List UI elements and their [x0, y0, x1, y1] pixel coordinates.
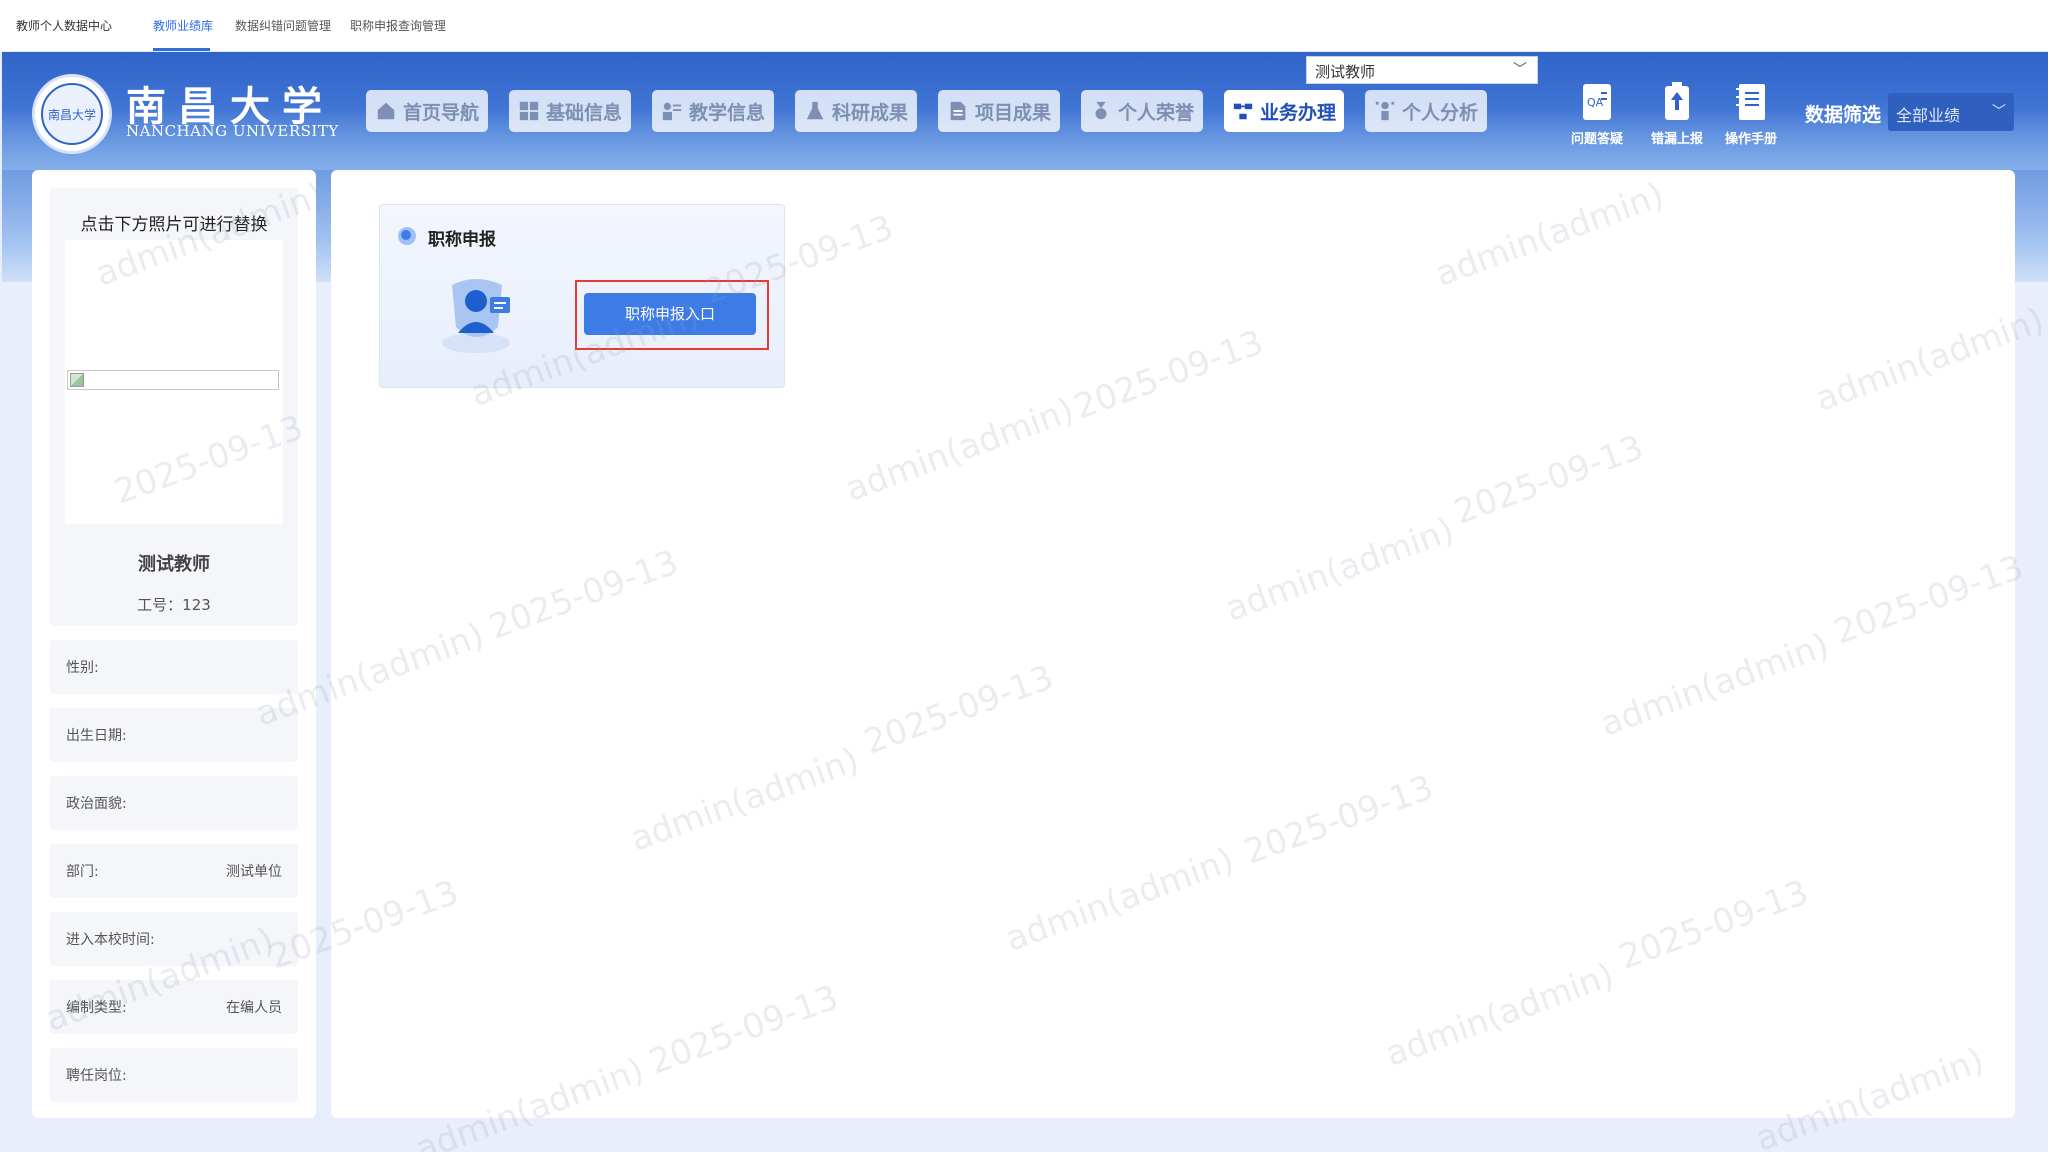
info-label: 编制类型:	[66, 1000, 127, 1016]
data-filter-value: 全部业绩	[1896, 106, 1961, 125]
teacher-select[interactable]: 测试教师 ﹀	[1306, 56, 1538, 84]
info-row-department: 部门: 测试单位	[50, 844, 298, 898]
info-label: 聘任岗位:	[66, 1068, 127, 1084]
manual-icon	[1736, 84, 1765, 120]
nav-projects[interactable]: 项目成果	[938, 90, 1060, 132]
photo-upload-area[interactable]	[65, 240, 283, 524]
nav-basic-info-label: 基础信息	[545, 101, 622, 124]
nav-analysis-label: 个人分析	[1401, 101, 1478, 124]
document-icon	[950, 101, 966, 121]
tool-error-report[interactable]: 错漏上报	[1642, 80, 1712, 150]
title-application-entry-button[interactable]: 职称申报入口	[584, 293, 756, 335]
info-label: 政治面貌:	[66, 796, 127, 812]
person-badge-icon	[442, 279, 510, 353]
bubble-icon	[398, 227, 416, 245]
info-label: 性别:	[66, 660, 99, 676]
tool-qa-label: 问题答疑	[1570, 132, 1623, 147]
qa-book-icon: QA	[1583, 84, 1611, 120]
tab-teacher-performance[interactable]: 教师业绩库	[153, 17, 213, 34]
medal-icon	[1095, 101, 1107, 120]
photo-hint: 点击下方照片可进行替换	[80, 215, 268, 235]
teacher-icon	[662, 102, 682, 121]
nav-basic-info[interactable]: 基础信息	[509, 90, 631, 132]
university-name-en: NANCHANG UNIVERSITY	[126, 122, 339, 140]
app-name: 教师个人数据中心	[16, 19, 113, 33]
nav-business-label: 业务办理	[1259, 101, 1336, 124]
nav-home-label: 首页导航	[402, 101, 479, 124]
nav-teaching-info-label: 教学信息	[688, 101, 765, 124]
profile-card: 点击下方照片可进行替换 测试教师 工号：123	[50, 188, 298, 626]
active-tab-indicator	[153, 48, 210, 51]
nav-honors-label: 个人荣誉	[1117, 101, 1194, 124]
grid-icon	[519, 101, 539, 121]
info-row-join-date: 进入本校时间:	[50, 912, 298, 966]
upload-report-icon	[1665, 82, 1689, 120]
nav-teaching-info[interactable]: 教学信息	[652, 90, 774, 132]
top-tab-bar: 教师个人数据中心 教师业绩库 数据纠错问题管理 职称申报查询管理	[0, 0, 2048, 52]
broken-image-icon	[70, 373, 84, 387]
info-label: 出生日期:	[66, 728, 127, 744]
teacher-id: 工号：123	[137, 596, 211, 614]
chevron-down-icon: ﹀	[1513, 62, 1527, 78]
info-row-political-status: 政治面貌:	[50, 776, 298, 830]
nav-projects-label: 项目成果	[974, 101, 1051, 124]
logo-emblem: 南昌大学	[41, 83, 103, 145]
tool-manual[interactable]: 操作手册	[1716, 80, 1786, 150]
flask-icon	[806, 101, 824, 120]
tool-qa[interactable]: QA 问题答疑	[1562, 80, 1632, 150]
svg-text:QA: QA	[1587, 96, 1604, 109]
info-row-staffing-type: 编制类型: 在编人员	[50, 980, 298, 1034]
profile-panel: 点击下方照片可进行替换 测试教师 工号：123 性别: 出生日期: 政治面貌: …	[32, 170, 316, 1118]
nav-honors[interactable]: 个人荣誉	[1081, 90, 1203, 132]
info-label: 部门:	[66, 864, 99, 880]
main-content: 职称申报 职称申报入口	[331, 170, 2015, 1118]
tab-data-correction[interactable]: 数据纠错问题管理	[235, 17, 331, 34]
teacher-name: 测试教师	[138, 554, 210, 575]
tool-error-report-label: 错漏上报	[1650, 132, 1703, 147]
workflow-icon	[1233, 103, 1253, 120]
chevron-down-icon: ﹀	[1992, 104, 2006, 120]
university-logo: 南昌大学	[32, 74, 112, 154]
teacher-select-value: 测试教师	[1315, 63, 1376, 81]
info-row-position: 聘任岗位:	[50, 1048, 298, 1102]
profile-photo[interactable]	[67, 370, 279, 390]
nav-business[interactable]: 业务办理	[1224, 90, 1344, 132]
nav-analysis[interactable]: 个人分析	[1365, 90, 1487, 132]
data-filter-label: 数据筛选	[1805, 104, 1882, 126]
data-filter-select[interactable]: 全部业绩 ﹀	[1888, 93, 2014, 131]
title-application-card: 职称申报 职称申报入口	[379, 204, 785, 388]
info-row-gender: 性别:	[50, 640, 298, 694]
home-icon	[377, 102, 395, 120]
analysis-icon	[1375, 101, 1395, 121]
info-label: 进入本校时间:	[66, 932, 155, 948]
tool-manual-label: 操作手册	[1724, 132, 1777, 147]
nav-research-label: 科研成果	[831, 101, 908, 124]
info-row-birthdate: 出生日期:	[50, 708, 298, 762]
info-value: 测试单位	[226, 864, 282, 880]
tab-title-query[interactable]: 职称申报查询管理	[350, 17, 446, 34]
info-value: 在编人员	[226, 1000, 282, 1016]
nav-research[interactable]: 科研成果	[795, 90, 917, 132]
nav-home[interactable]: 首页导航	[366, 90, 488, 132]
card-title: 职称申报	[428, 230, 496, 250]
